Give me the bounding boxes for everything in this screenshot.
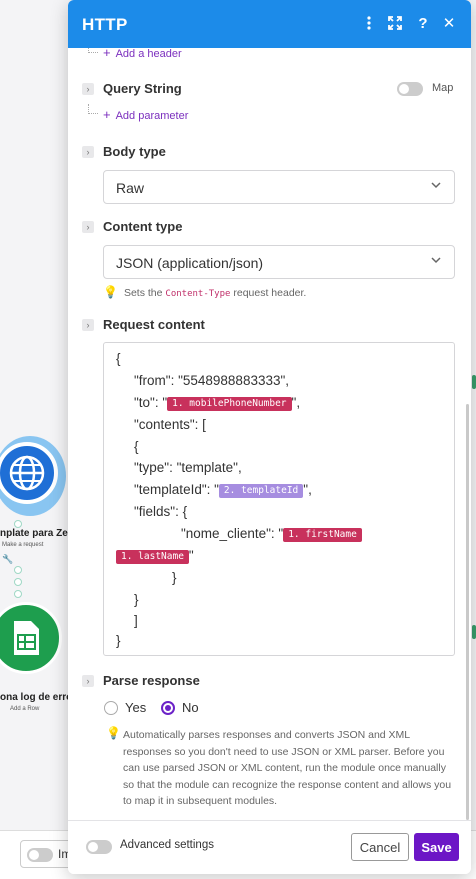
connector-dot (14, 578, 22, 586)
parse-response-description: Automatically parses responses and conve… (123, 729, 452, 807)
code-line: { (134, 439, 139, 454)
cancel-button[interactable]: Cancel (351, 833, 409, 861)
parse-no-radio[interactable] (161, 701, 175, 715)
http-module-panel: HTTP ? ✕ + Add a header › Query String Ma… (68, 0, 471, 874)
more-vert-icon[interactable] (358, 12, 380, 34)
request-content-editor[interactable]: { "from": "5548988883333", "to": " 1. mob… (103, 342, 455, 656)
parse-response-collapse-icon[interactable]: › (82, 675, 94, 687)
code-line: "from": "5548988883333", (134, 373, 290, 388)
parse-response-label: Parse response (103, 673, 200, 688)
plus-icon: + (103, 48, 111, 60)
panel-header: HTTP ? ✕ (68, 0, 471, 48)
close-icon[interactable]: ✕ (438, 12, 460, 34)
panel-footer: Advanced settings Cancel Save (68, 820, 471, 874)
chevron-down-icon (430, 179, 444, 193)
chevron-down-icon (430, 254, 444, 268)
parse-no-label: No (182, 700, 199, 715)
content-type-code: Content-Type (165, 289, 231, 299)
query-string-label: Query String (103, 81, 182, 96)
add-header-link[interactable]: + Add a header (103, 48, 182, 60)
lightbulb-icon: 💡 (103, 285, 118, 299)
code-line: "fields": { (134, 504, 188, 519)
toggle-switch[interactable] (27, 848, 53, 862)
code-line: "type": "template", (134, 460, 242, 475)
sheets-icon (0, 602, 62, 674)
sheets-node-sublabel: Add a Row (10, 706, 40, 712)
content-type-label: Content type (103, 219, 183, 234)
body-type-value: Raw (116, 180, 145, 196)
content-type-collapse-icon[interactable]: › (82, 221, 94, 233)
edge-node-marker (472, 625, 476, 639)
code-line: "templateId": " 2. templateId ", (134, 482, 312, 498)
body-type-label: Body type (103, 144, 166, 159)
code-line: } (134, 592, 139, 607)
add-parameter-link[interactable]: + Add parameter (103, 107, 188, 122)
tree-connector (88, 104, 98, 114)
request-content-label: Request content (103, 317, 205, 332)
request-content-collapse-icon[interactable]: › (82, 319, 94, 331)
code-line: } (116, 633, 121, 648)
mapped-variable-pill[interactable]: 2. templateId (218, 484, 304, 498)
code-line: { (116, 351, 121, 366)
mapped-variable-pill[interactable]: 1. mobilePhoneNumber (167, 397, 292, 411)
lightbulb-icon: 💡 (106, 726, 121, 740)
code-line: 1. lastName " (116, 548, 194, 564)
expand-icon[interactable] (384, 12, 406, 34)
panel-body[interactable]: + Add a header › Query String Map + Add pa… (68, 48, 471, 820)
map-toggle[interactable] (397, 82, 423, 96)
plus-icon: + (103, 107, 111, 122)
connector-dot (14, 566, 22, 574)
sheets-module-node[interactable] (0, 602, 64, 676)
parse-yes-label: Yes (125, 700, 147, 715)
content-type-value: JSON (application/json) (116, 255, 264, 271)
panel-title: HTTP (82, 15, 128, 34)
save-button[interactable]: Save (414, 833, 459, 861)
advanced-settings-toggle[interactable] (86, 840, 112, 854)
map-label: Map (432, 82, 454, 94)
http-node-label: nplate para Ze (0, 528, 68, 539)
connector-dot (14, 520, 22, 528)
query-string-collapse-icon[interactable]: › (82, 83, 94, 95)
code-line: } (172, 570, 177, 585)
code-line: "nome_cliente": " 1. firstName (181, 526, 362, 542)
code-line: ] (134, 613, 138, 628)
body-type-collapse-icon[interactable]: › (82, 146, 94, 158)
parse-yes-radio[interactable] (104, 701, 118, 715)
sheets-node-label: ona log de erro (0, 692, 73, 703)
content-type-select[interactable]: JSON (application/json) (103, 245, 455, 279)
advanced-settings-label: Advanced settings (120, 839, 214, 851)
content-type-hint: 💡 Sets the Content-Type request header. (103, 285, 307, 299)
code-line: "to": " 1. mobilePhoneNumber ", (134, 395, 301, 411)
mapped-variable-pill[interactable]: 1. firstName (283, 528, 362, 542)
tree-connector (88, 48, 98, 53)
connector-dot (14, 590, 22, 598)
bottom-toggle[interactable]: Im (20, 840, 72, 868)
body-type-select[interactable]: Raw (103, 170, 455, 204)
http-node-sublabel: Make a request (2, 542, 44, 548)
mapped-variable-pill[interactable]: 1. lastName (116, 550, 189, 564)
edge-node-marker (472, 375, 476, 389)
panel-scrollbar[interactable] (466, 404, 469, 820)
wrench-icon: 🔧 (2, 554, 14, 564)
code-line: "contents": [ (134, 417, 206, 432)
help-icon[interactable]: ? (412, 12, 434, 34)
http-module-node[interactable] (0, 436, 66, 516)
